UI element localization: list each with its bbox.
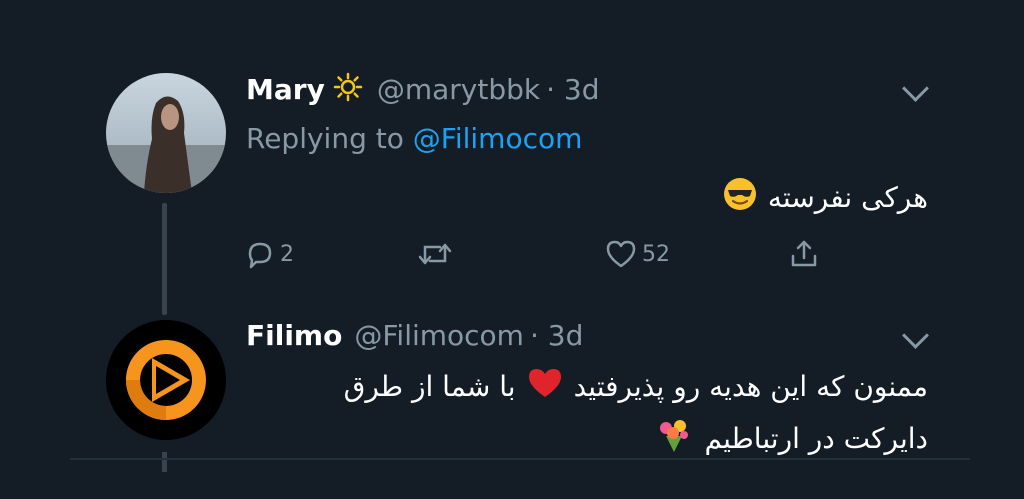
like-count: 52: [642, 241, 670, 267]
timestamp[interactable]: · 3d: [546, 73, 599, 106]
tweet-text: هرکی نفرسته: [722, 176, 928, 219]
reply-count: 2: [280, 241, 294, 267]
display-name[interactable]: Filimo: [246, 319, 342, 352]
timestamp[interactable]: · 3d: [530, 319, 583, 352]
mention-link[interactable]: @Filimocom: [413, 122, 583, 155]
bouquet-icon: [654, 416, 694, 461]
tweet-text-body: هرکی نفرسته: [767, 181, 928, 214]
retweet-icon: [418, 243, 452, 265]
replying-to: Replying to @Filimocom: [246, 122, 582, 155]
sun-icon: [333, 72, 363, 106]
reply-button[interactable]: 2: [244, 238, 294, 270]
sunglasses-face-icon: [722, 176, 758, 219]
retweet-button[interactable]: [416, 238, 454, 270]
thread-line: [162, 203, 167, 315]
chevron-down-icon[interactable]: [902, 322, 929, 349]
tweet-header-mary: Mary @marytbbk · 3d: [246, 72, 599, 106]
tweet-actions: 2 52: [244, 238, 824, 278]
tweet-text-part: ممنون که این هدیه رو پذیرفتید: [573, 370, 928, 403]
tweet-text-line-1: ممنون که این هدیه رو پذیرفتید با شما از …: [344, 366, 928, 407]
tweet-text-part: دایرکت در ارتباطیم: [704, 422, 928, 455]
replying-prefix: Replying to: [246, 122, 404, 155]
tweet-text-part: با شما از طرق: [343, 370, 516, 403]
share-button[interactable]: [788, 238, 820, 270]
avatar-filimo[interactable]: [106, 320, 226, 440]
share-icon: [791, 240, 817, 267]
tweet-header-filimo: Filimo @Filimocom · 3d: [246, 319, 583, 352]
thread-line-continue: [162, 452, 167, 472]
like-button[interactable]: 52: [604, 238, 670, 270]
handle[interactable]: @Filimocom: [354, 319, 524, 352]
chevron-down-icon[interactable]: [902, 75, 929, 102]
filimo-logo: [106, 320, 226, 440]
display-name[interactable]: Mary: [246, 73, 325, 106]
heart-icon: [606, 240, 636, 268]
avatar-mary-photo: [106, 96, 226, 193]
tweet-text-line-2: دایرکت در ارتباطیم: [654, 416, 928, 461]
avatar-mary[interactable]: [106, 73, 226, 193]
reply-icon: [248, 242, 272, 269]
red-heart-icon: [526, 366, 564, 407]
divider: [70, 458, 970, 460]
handle[interactable]: @marytbbk: [377, 73, 540, 106]
